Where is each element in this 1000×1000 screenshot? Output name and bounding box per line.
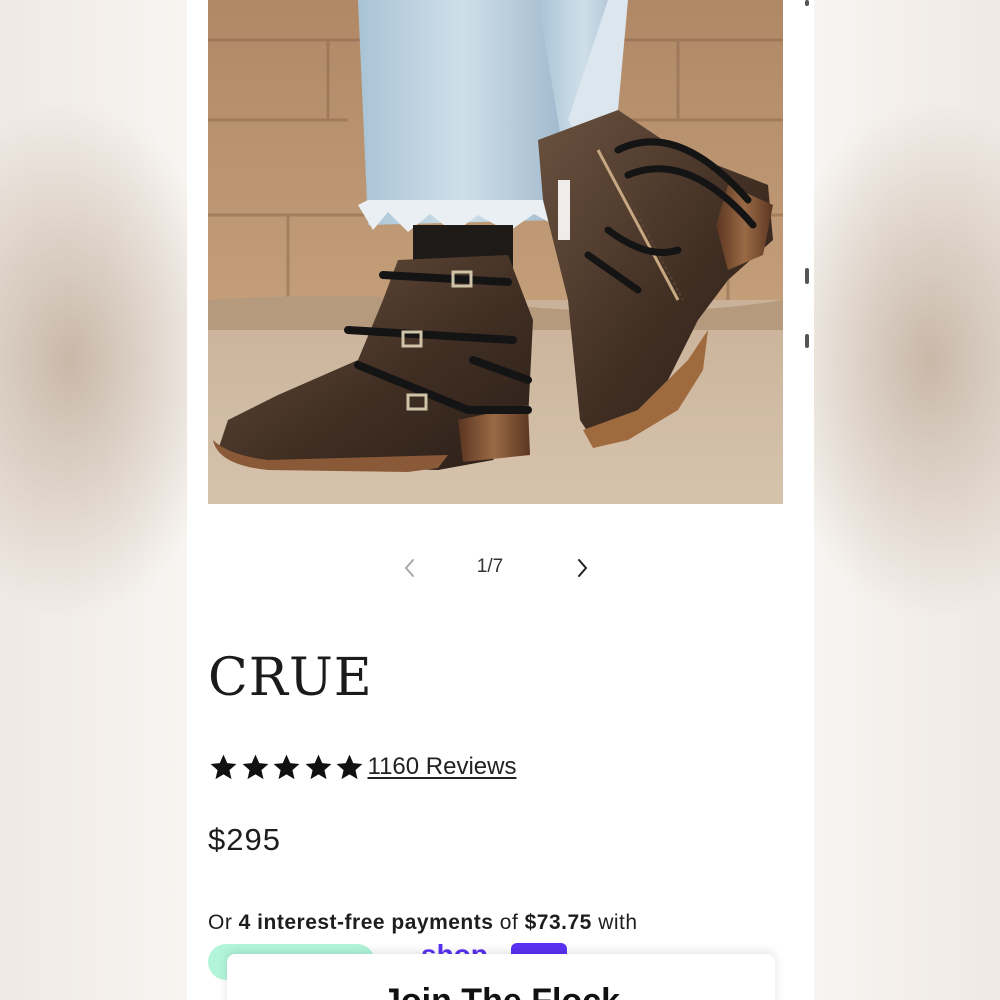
installments-prefix: Or bbox=[208, 911, 239, 934]
star-icon bbox=[273, 754, 300, 779]
image-carousel-controls: 1/7 bbox=[187, 548, 814, 588]
product-rating: 1160 Reviews bbox=[208, 750, 516, 784]
installments-of: of bbox=[493, 911, 525, 934]
chevron-left-icon bbox=[404, 559, 414, 577]
phone-screen: 1/7 CRUE 1160 Reviews $295 Or 4 interest… bbox=[187, 0, 814, 1000]
star-icon bbox=[242, 754, 268, 779]
next-image-button[interactable] bbox=[568, 554, 596, 582]
scrollbar-thumb-lower bbox=[805, 334, 809, 348]
newsletter-popup[interactable]: Join The Flock bbox=[227, 954, 775, 1000]
product-price: $295 bbox=[208, 822, 281, 857]
scrollbar-top bbox=[805, 0, 809, 6]
star-icon bbox=[305, 754, 331, 779]
installments-count: 4 interest-free payments bbox=[238, 911, 494, 934]
star-rating bbox=[208, 752, 366, 783]
installments-amount: $73.75 bbox=[524, 911, 592, 934]
product-image[interactable] bbox=[208, 0, 783, 504]
previous-image-button[interactable] bbox=[396, 554, 424, 582]
image-counter: 1/7 bbox=[476, 556, 504, 577]
chevron-right-icon bbox=[578, 559, 588, 577]
product-title: CRUE bbox=[208, 648, 373, 708]
star-icon bbox=[210, 754, 237, 779]
scrollbar-thumb[interactable] bbox=[805, 268, 809, 284]
product-photo-boots bbox=[208, 0, 783, 504]
star-icon bbox=[336, 754, 363, 779]
popup-title: Join The Flock bbox=[227, 982, 775, 1000]
reviews-link[interactable]: 1160 Reviews bbox=[368, 753, 517, 781]
installment-payments-text: Or 4 interest-free payments of $73.75 wi… bbox=[208, 911, 638, 935]
installments-suffix: with bbox=[591, 911, 638, 934]
